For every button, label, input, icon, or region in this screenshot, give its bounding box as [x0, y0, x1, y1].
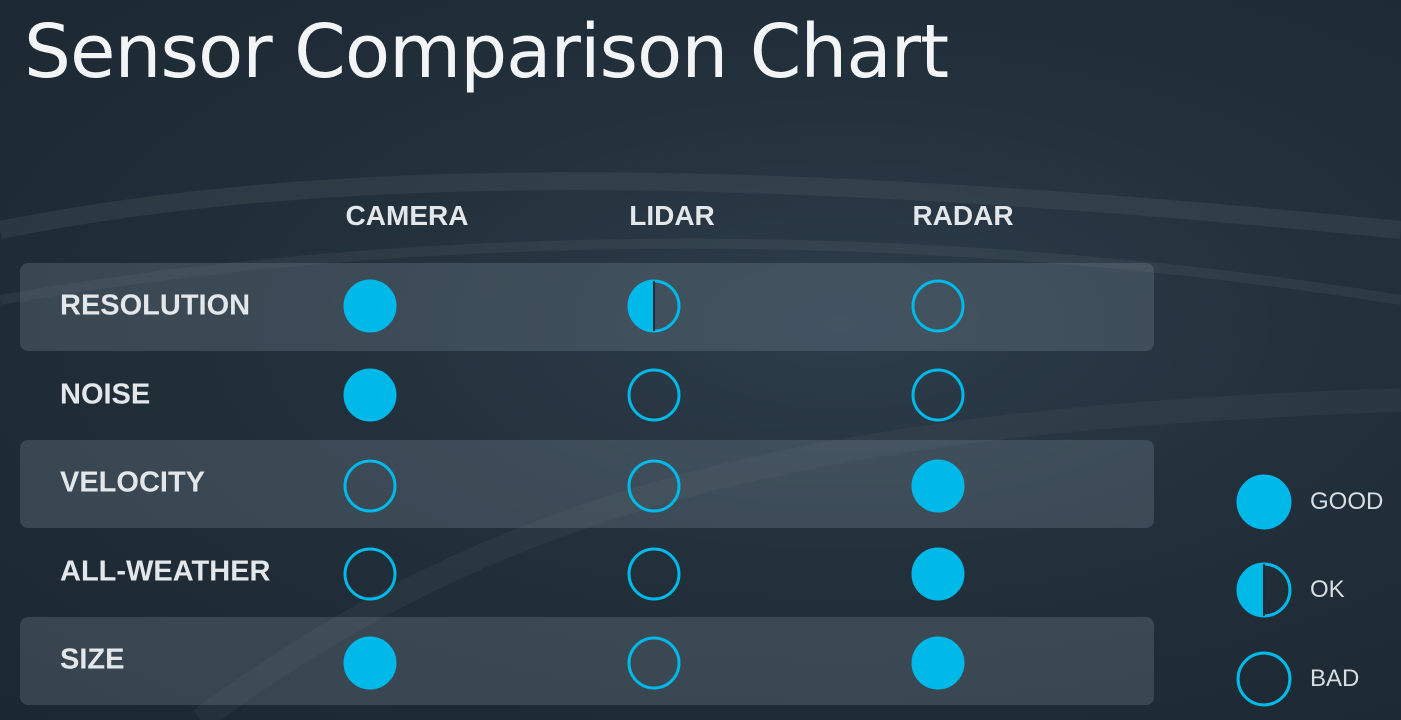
column-header-radar: RADAR: [912, 200, 1014, 231]
legend-good-icon: [1236, 474, 1292, 530]
slide: { "title": "Sensor Comparison Chart", "c…: [0, 0, 1401, 720]
rating-good-icon: [911, 459, 965, 513]
row-band-size: [20, 617, 1154, 705]
rating-good-icon: [911, 547, 965, 601]
rating-good-icon: [343, 279, 397, 333]
rating-bad-icon: [343, 459, 397, 513]
rating-bad-icon: [627, 547, 681, 601]
legend-bad-icon: [1236, 651, 1292, 707]
rating-good-icon: [343, 368, 397, 422]
rating-good-icon: [343, 636, 397, 690]
background-road-streaks: [0, 172, 1401, 720]
row-label-noise: NOISE: [60, 378, 151, 411]
rating-bad-icon: [343, 547, 397, 601]
column-header-lidar: LIDAR: [629, 200, 715, 231]
row-label-resolution: RESOLUTION: [60, 289, 251, 322]
rating-bad-icon: [911, 368, 965, 422]
row-label-all-weather: ALL-WEATHER: [60, 555, 271, 588]
legend-ok-icon: [1236, 562, 1292, 618]
legend-label-good: GOOD: [1310, 488, 1384, 515]
rating-bad-icon: [911, 279, 965, 333]
rating-bad-icon: [627, 636, 681, 690]
row-label-velocity: VELOCITY: [60, 466, 206, 499]
column-header-camera: CAMERA: [345, 200, 469, 231]
legend-label-ok: OK: [1310, 576, 1345, 603]
rating-bad-icon: [627, 459, 681, 513]
rating-bad-icon: [627, 368, 681, 422]
legend-label-bad: BAD: [1310, 665, 1360, 692]
rating-good-icon: [911, 636, 965, 690]
page-title: Sensor Comparison Chart: [24, 9, 949, 95]
row-label-size: SIZE: [60, 643, 125, 676]
rating-ok-icon: [627, 279, 681, 333]
